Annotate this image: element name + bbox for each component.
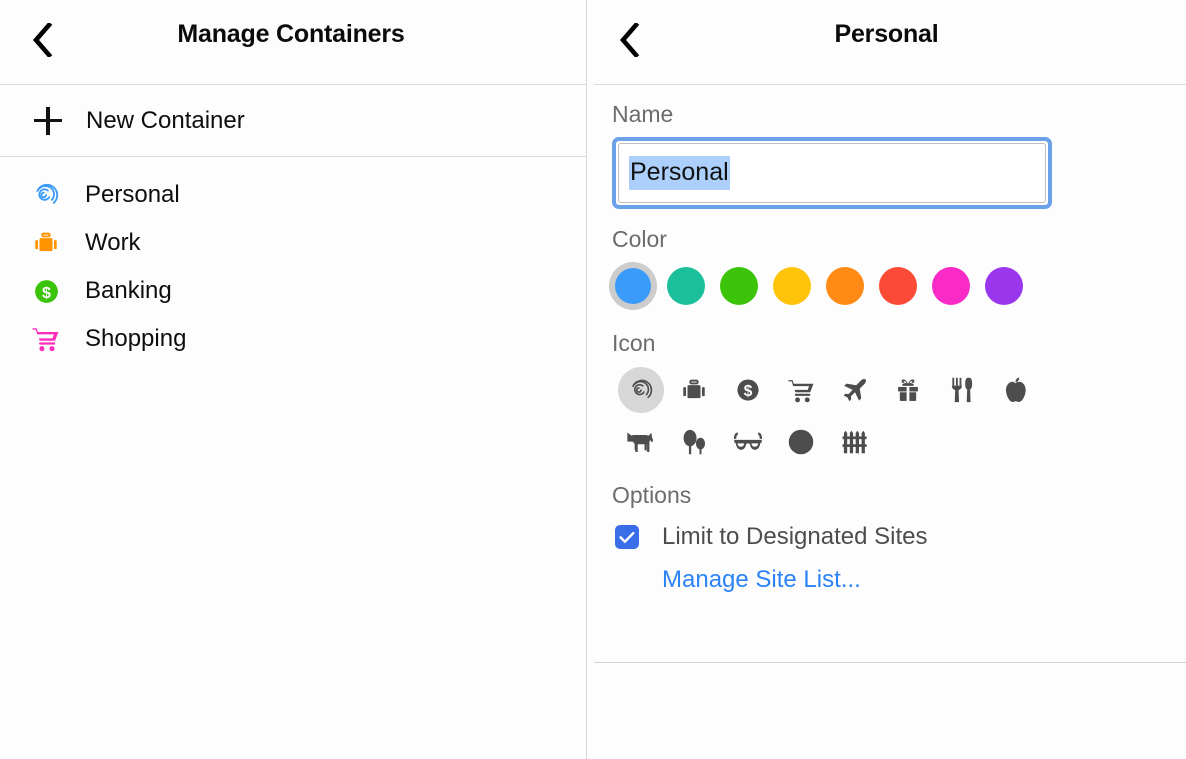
- icon-option-pet[interactable]: [614, 418, 668, 466]
- page-title: Manage Containers: [0, 20, 586, 49]
- icon-option-chill[interactable]: [721, 418, 775, 466]
- list-item-label: Work: [85, 229, 141, 257]
- icon-option-fingerprint[interactable]: [614, 366, 668, 414]
- color-swatch-red[interactable]: [879, 267, 917, 305]
- icon-grid: $: [614, 366, 1044, 466]
- tree-icon: [671, 419, 717, 465]
- color-swatch-purple[interactable]: [985, 267, 1023, 305]
- container-edit-panel: Personal Name Personal Color: [587, 0, 1186, 759]
- options-section-label: Options: [612, 482, 1186, 509]
- list-item-banking[interactable]: $ Banking: [0, 267, 586, 315]
- color-swatch-row: [614, 262, 1186, 310]
- icon-option-fence[interactable]: [828, 418, 882, 466]
- new-container-label: New Container: [86, 107, 245, 135]
- fence-icon: [832, 419, 878, 465]
- color-swatch-turquoise[interactable]: [667, 267, 705, 305]
- food-icon: [939, 367, 985, 413]
- manage-containers-window: Manage Containers New Container: [0, 0, 1186, 759]
- limit-sites-row[interactable]: Limit to Designated Sites: [615, 518, 1186, 556]
- icon-section-label: Icon: [612, 330, 1186, 357]
- dollar-icon: $: [28, 275, 64, 307]
- color-swatch-blue[interactable]: [615, 268, 651, 304]
- gift-icon: [885, 367, 931, 413]
- manage-site-list-link[interactable]: Manage Site List...: [662, 566, 1186, 594]
- icon-option-plane[interactable]: [828, 366, 882, 414]
- icon-option-cart[interactable]: [775, 366, 829, 414]
- name-input-inner[interactable]: Personal: [618, 143, 1046, 203]
- icon-option-briefcase[interactable]: [668, 366, 722, 414]
- icon-option-circle[interactable]: [775, 418, 829, 466]
- plane-icon: [832, 367, 878, 413]
- color-swatch-green[interactable]: [720, 267, 758, 305]
- list-item-label: Shopping: [85, 325, 186, 353]
- icon-option-tree[interactable]: [668, 418, 722, 466]
- icon-option-food[interactable]: [935, 366, 989, 414]
- container-edit-title: Personal: [587, 20, 1186, 49]
- list-item-label: Personal: [85, 181, 180, 209]
- icon-option-fruit[interactable]: [989, 366, 1043, 414]
- svg-text:$: $: [743, 383, 752, 400]
- containers-list-panel: Manage Containers New Container: [0, 0, 587, 759]
- plus-icon: [34, 107, 62, 135]
- container-list: Personal Work: [0, 157, 586, 363]
- list-item-work[interactable]: Work: [0, 219, 586, 267]
- list-item-label: Banking: [85, 277, 172, 305]
- check-icon: [619, 531, 635, 544]
- list-item-personal[interactable]: Personal: [0, 171, 586, 219]
- cart-icon: [778, 367, 824, 413]
- briefcase-icon: [671, 367, 717, 413]
- color-swatch-orange[interactable]: [826, 267, 864, 305]
- fingerprint-icon: [28, 179, 64, 211]
- options-rows: Limit to Designated Sites Manage Site Li…: [612, 518, 1186, 594]
- color-section-label: Color: [612, 226, 1186, 253]
- dollar-icon: $: [725, 367, 771, 413]
- color-swatch-blue-selected[interactable]: [609, 262, 657, 310]
- pet-icon: [618, 419, 664, 465]
- chill-icon: [725, 419, 771, 465]
- name-input-value: Personal: [629, 156, 730, 190]
- cart-icon: [28, 323, 64, 355]
- color-swatch-pink[interactable]: [932, 267, 970, 305]
- icon-option-gift[interactable]: [882, 366, 936, 414]
- limit-sites-label: Limit to Designated Sites: [662, 523, 927, 551]
- footer-divider: [594, 662, 1186, 663]
- limit-sites-checkbox[interactable]: [615, 525, 639, 549]
- name-section-label: Name: [612, 101, 1186, 128]
- name-input[interactable]: Personal: [612, 137, 1052, 209]
- fingerprint-icon: [618, 367, 664, 413]
- svg-text:$: $: [42, 283, 51, 301]
- briefcase-icon: [28, 227, 64, 259]
- circle-icon: [778, 419, 824, 465]
- left-panel-header: Manage Containers: [0, 0, 586, 85]
- color-swatch-yellow[interactable]: [773, 267, 811, 305]
- icon-option-dollar[interactable]: $: [721, 366, 775, 414]
- right-panel-header: Personal: [587, 0, 1186, 85]
- fruit-icon: [992, 367, 1038, 413]
- new-container-button[interactable]: New Container: [0, 85, 586, 157]
- container-edit-body: Name Personal Color Icon: [587, 85, 1186, 759]
- list-item-shopping[interactable]: Shopping: [0, 315, 586, 363]
